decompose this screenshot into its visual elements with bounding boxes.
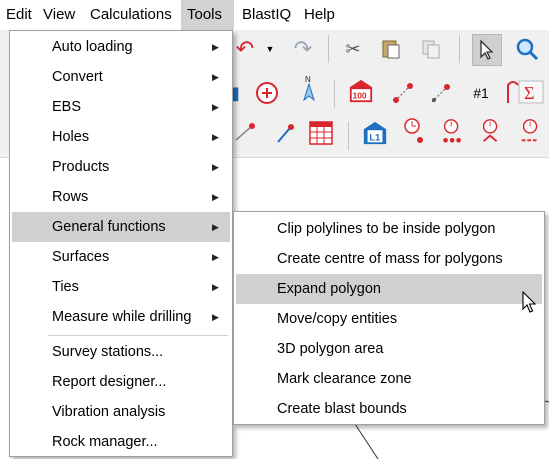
- menu-item-vibration-analysis[interactable]: Vibration analysis: [12, 397, 230, 427]
- menu-item-convert[interactable]: Convert ▶: [12, 62, 230, 92]
- submenu-item-move-copy-entities[interactable]: Move/copy entities: [236, 304, 542, 334]
- submenu-item-mark-clearance-zone[interactable]: Mark clearance zone: [236, 364, 542, 394]
- menu-item-survey-stations[interactable]: Survey stations...: [12, 337, 230, 367]
- submenu-item-3d-polygon-area[interactable]: 3D polygon area: [236, 334, 542, 364]
- menu-item-report-designer[interactable]: Report designer...: [12, 367, 230, 397]
- menu-item-products[interactable]: Products ▶: [12, 152, 230, 182]
- tools-menu: Auto loading ▶ Convert ▶ EBS ▶ Holes ▶ Produ…: [9, 30, 233, 457]
- menu-item-surfaces[interactable]: Surfaces ▶: [12, 242, 230, 272]
- mouse-cursor-icon: [522, 291, 537, 313]
- submenu-item-clip-polylines[interactable]: Clip polylines to be inside polygon: [236, 214, 542, 244]
- menu-item-rock-manager[interactable]: Rock manager...: [12, 427, 230, 457]
- general-functions-submenu: Clip polylines to be inside polygon Crea…: [233, 211, 545, 425]
- menu-item-ties[interactable]: Ties ▶: [12, 272, 230, 302]
- menu-item-ebs[interactable]: EBS ▶: [12, 92, 230, 122]
- menu-item-auto-loading[interactable]: Auto loading ▶: [12, 32, 230, 62]
- menu-item-measure-while-drilling[interactable]: Measure while drilling ▶: [12, 302, 230, 332]
- menu-separator: [48, 335, 228, 336]
- submenu-item-create-blast-bounds[interactable]: Create blast bounds: [236, 394, 542, 424]
- submenu-item-expand-polygon[interactable]: Expand polygon: [236, 274, 542, 304]
- submenu-item-centre-of-mass[interactable]: Create centre of mass for polygons: [236, 244, 542, 274]
- menu-item-holes[interactable]: Holes ▶: [12, 122, 230, 152]
- menu-item-rows[interactable]: Rows ▶: [12, 182, 230, 212]
- menu-item-general-functions[interactable]: General functions ▶: [12, 212, 230, 242]
